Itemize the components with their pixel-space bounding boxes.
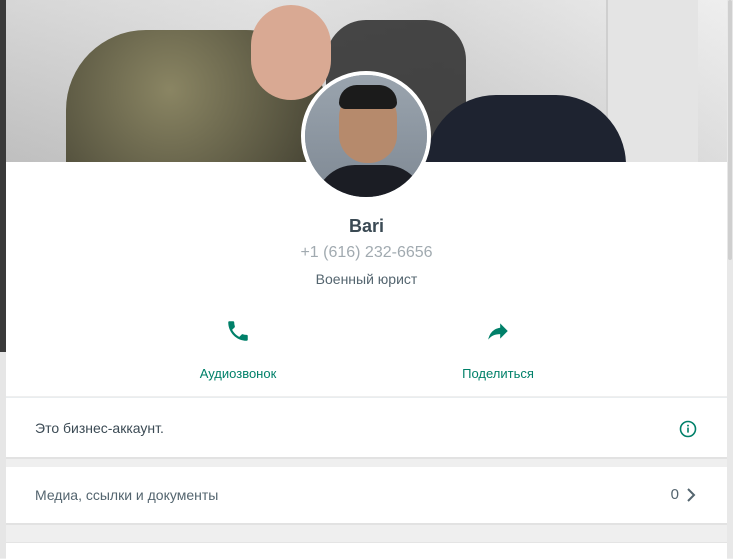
phone-icon [228, 321, 248, 341]
media-links-docs-row[interactable]: Медиа, ссылки и документы 0 [6, 467, 727, 523]
scrollbar-thumb[interactable] [728, 0, 732, 260]
contact-name: Bari [348, 216, 384, 236]
business-account-text: Это бизнес-аккаунт. [35, 420, 164, 436]
avatar[interactable] [301, 71, 431, 201]
media-count: 0 [670, 486, 679, 503]
share-button[interactable]: Поделиться [418, 318, 578, 381]
section-divider [6, 523, 727, 525]
business-account-row: Это бизнес-аккаунт. [6, 397, 727, 457]
next-section-edge [6, 542, 727, 559]
contact-phone: +1 (616) 232-6656 [300, 244, 433, 261]
share-label: Поделиться [462, 366, 534, 381]
share-arrow-icon [488, 323, 508, 340]
chevron-right-icon [687, 488, 696, 502]
scrollbar[interactable] [727, 0, 733, 558]
section-divider [6, 457, 727, 459]
audio-call-button[interactable]: Аудиозвонок [158, 318, 318, 381]
info-icon[interactable] [679, 420, 697, 438]
audio-call-label: Аудиозвонок [199, 366, 277, 381]
contact-about: Военный юрист [315, 271, 418, 287]
media-label: Медиа, ссылки и документы [35, 487, 219, 503]
